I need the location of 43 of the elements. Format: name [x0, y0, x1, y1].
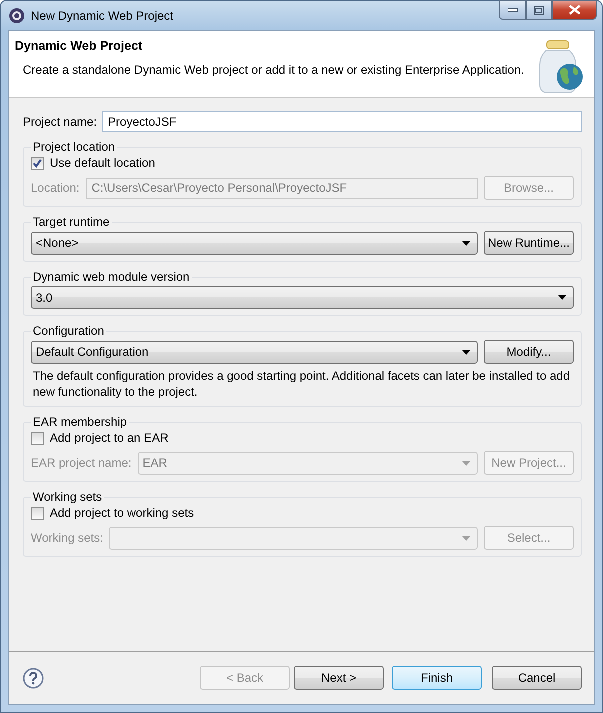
- app-icon: [9, 8, 25, 24]
- group-title: EAR membership: [32, 415, 128, 429]
- dropdown-arrow-icon: [462, 536, 471, 540]
- close-button[interactable]: [552, 0, 597, 20]
- field-label: EAR project name:: [31, 456, 132, 470]
- group-title: Configuration: [32, 324, 106, 338]
- window-title: New Dynamic Web Project: [31, 8, 174, 22]
- dropdown-arrow-icon: [462, 350, 471, 354]
- runtime-dropdown[interactable]: <None>: [31, 232, 478, 254]
- close-icon: [568, 5, 580, 15]
- checkbox[interactable]: [31, 156, 44, 170]
- maximize-button[interactable]: [526, 0, 552, 20]
- group-title: Target runtime: [32, 215, 111, 229]
- minimize-button[interactable]: [499, 0, 526, 20]
- checkbox[interactable]: [31, 432, 44, 444]
- field-label: Working sets:: [31, 531, 104, 545]
- new-runtime-button[interactable]: New Runtime...: [484, 231, 574, 255]
- wizard-button[interactable]: Next >: [294, 666, 384, 690]
- field-label: Project name:: [23, 114, 98, 128]
- page-title: Dynamic Web Project: [15, 39, 144, 53]
- help-icon[interactable]: [23, 668, 44, 688]
- dropdown-arrow-icon: [462, 240, 471, 246]
- dropdown-arrow-icon: [462, 460, 471, 466]
- group-title: Project location: [32, 140, 116, 154]
- field-label: Location:: [31, 181, 80, 195]
- dropdown-arrow-icon: [558, 295, 567, 300]
- group-title: Working sets: [32, 490, 104, 504]
- maximize-icon: [534, 6, 544, 14]
- checkbox-label[interactable]: Add project to working sets: [50, 506, 194, 520]
- jar-globe-icon: [538, 39, 586, 95]
- wizard-button[interactable]: Finish: [392, 666, 482, 690]
- modify-button[interactable]: Modify...: [484, 340, 574, 364]
- configuration-description: The default configuration provides a good starting point. Additional facets can later be installed to add new functionality to the project.: [32, 368, 572, 400]
- checkbox-label[interactable]: Use default location: [50, 156, 156, 170]
- checkbox-label[interactable]: Add project to an EAR: [50, 431, 169, 445]
- project-name-field[interactable]: ProyectoJSF: [102, 111, 582, 132]
- checkbox[interactable]: [31, 506, 44, 520]
- group-title: Dynamic web module version: [32, 270, 191, 284]
- configuration-dropdown[interactable]: Default Configuration: [31, 340, 478, 364]
- minimize-icon: [508, 8, 518, 12]
- version-dropdown[interactable]: 3.0: [31, 286, 574, 309]
- page-description: Create a standalone Dynamic Web project or add it to a new or existing Enterprise Application.: [22, 63, 524, 77]
- wizard-button[interactable]: Cancel: [492, 666, 582, 690]
